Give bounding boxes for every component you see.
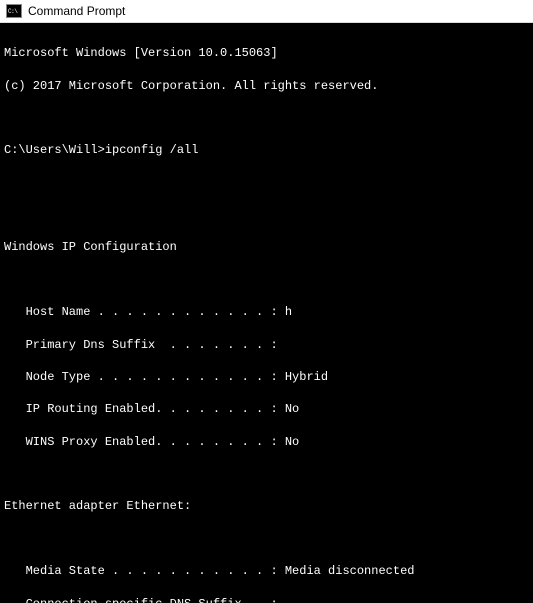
cmd-icon <box>6 4 22 18</box>
config-line: WINS Proxy Enabled. . . . . . . . : No <box>4 434 529 450</box>
section-title: Ethernet adapter Ethernet: <box>4 498 529 514</box>
config-line: Host Name . . . . . . . . . . . . : h <box>4 304 529 320</box>
blank-line <box>4 466 529 482</box>
header-line: (c) 2017 Microsoft Corporation. All righ… <box>4 78 529 94</box>
header-line: Microsoft Windows [Version 10.0.15063] <box>4 45 529 61</box>
blank-line <box>4 531 529 547</box>
config-line: Connection-specific DNS Suffix . : <box>4 596 529 603</box>
section-title: Windows IP Configuration <box>4 239 529 255</box>
prompt-line: C:\Users\Will>ipconfig /all <box>4 142 529 158</box>
config-line: Media State . . . . . . . . . . . : Medi… <box>4 563 529 579</box>
blank-line <box>4 207 529 223</box>
title-bar: Command Prompt <box>0 0 533 23</box>
blank-line <box>4 110 529 126</box>
prompt-path: C:\Users\Will> <box>4 143 105 157</box>
config-line: Primary Dns Suffix . . . . . . . : <box>4 337 529 353</box>
config-line: IP Routing Enabled. . . . . . . . : No <box>4 401 529 417</box>
window-title: Command Prompt <box>28 4 125 18</box>
terminal-output[interactable]: Microsoft Windows [Version 10.0.15063] (… <box>0 23 533 603</box>
config-line: Node Type . . . . . . . . . . . . : Hybr… <box>4 369 529 385</box>
blank-line <box>4 175 529 191</box>
blank-line <box>4 272 529 288</box>
prompt-command: ipconfig /all <box>105 143 199 157</box>
